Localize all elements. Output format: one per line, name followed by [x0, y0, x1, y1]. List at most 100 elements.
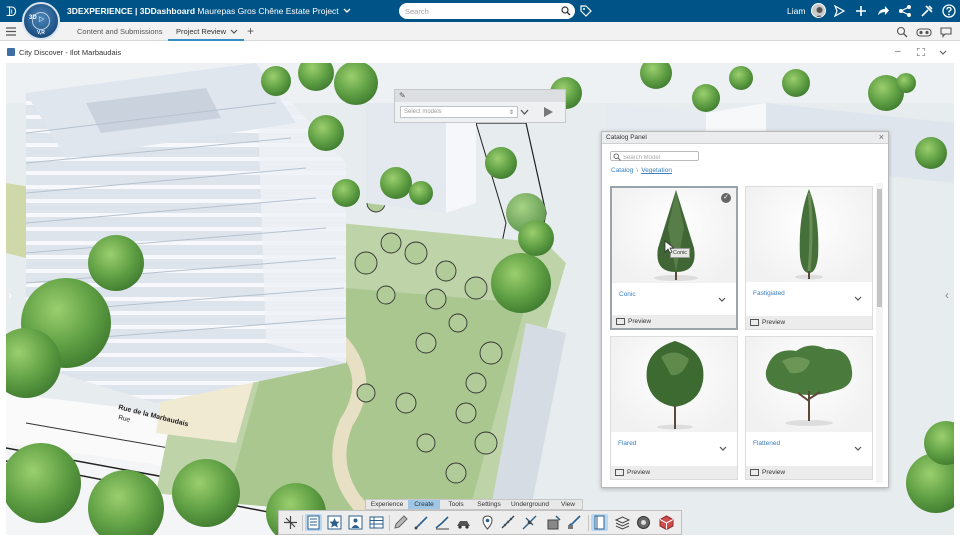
preview-bar[interactable]: Preview — [746, 316, 872, 329]
item-name[interactable]: Flared — [618, 440, 636, 447]
catalog-item-conic[interactable]: ✓ Conic Preview — [610, 186, 738, 330]
compass-vr-label[interactable]: V,R — [37, 30, 45, 36]
item-name[interactable]: Flattened — [753, 440, 780, 447]
catalog-list-icon[interactable] — [305, 514, 322, 531]
global-search[interactable] — [399, 3, 575, 19]
tools-icon[interactable] — [920, 4, 934, 18]
viewport-left-arrow-icon[interactable]: › — [8, 288, 12, 302]
share-forward-icon[interactable] — [876, 4, 890, 18]
minimize-icon[interactable]: – — [895, 46, 901, 57]
preview-label[interactable]: Preview — [628, 318, 651, 325]
chevron-down-icon[interactable] — [854, 446, 862, 452]
preview-label[interactable]: Preview — [627, 469, 650, 476]
maximize-icon[interactable] — [917, 48, 925, 56]
menu-icon[interactable] — [6, 27, 16, 36]
preview-icon — [615, 469, 624, 476]
search-icon — [613, 153, 621, 161]
vehicle-tool-icon[interactable] — [455, 514, 472, 531]
tab-tools[interactable]: Tools — [440, 500, 472, 509]
breadcrumb-vegetation[interactable]: Vegetation — [641, 167, 672, 174]
tab-experience[interactable]: Experience — [366, 500, 408, 509]
tab-create[interactable]: Create — [408, 500, 440, 509]
catalog-item-flared[interactable]: Flared Preview — [610, 336, 738, 480]
chevron-down-icon[interactable] — [343, 8, 351, 14]
add-tab-icon[interactable]: + — [247, 24, 254, 38]
chevron-down-icon[interactable] — [520, 109, 529, 116]
network-tool-icon[interactable] — [521, 514, 538, 531]
tab-content-submissions[interactable]: Content and Submissions — [77, 27, 162, 36]
catalog-grid: ✓ Conic Preview Fastigiated Preview Flar… — [610, 186, 875, 482]
compass-play-icon[interactable]: ▷ — [39, 15, 44, 23]
share-network-icon[interactable] — [898, 4, 912, 18]
layers-icon[interactable] — [614, 514, 631, 531]
catalog-item-flattened[interactable]: Flattened Preview — [745, 336, 873, 480]
model-select-input[interactable]: Select models ⇕ — [400, 106, 518, 118]
pencil-icon[interactable]: ✎ — [399, 91, 406, 100]
search-people-icon[interactable] — [896, 26, 908, 38]
flattened-tree-image[interactable] — [746, 337, 872, 432]
paint-brush-icon[interactable] — [566, 514, 583, 531]
compass-share-icon[interactable] — [832, 4, 846, 18]
flared-tree-image[interactable] — [611, 337, 737, 432]
close-icon[interactable]: × — [879, 132, 884, 142]
help-icon[interactable] — [942, 4, 956, 18]
catalog-panel-header[interactable]: Catalog Panel × — [602, 132, 888, 144]
tab-underground[interactable]: Underground — [506, 500, 554, 509]
polyline-tool-icon[interactable] — [434, 514, 451, 531]
preview-label[interactable]: Preview — [762, 319, 785, 326]
search-input[interactable] — [405, 6, 555, 16]
line-tool-icon[interactable] — [413, 514, 430, 531]
preview-bar[interactable]: Preview — [612, 315, 736, 328]
tab-settings[interactable]: Settings — [472, 500, 506, 509]
model-selector-header[interactable] — [395, 90, 565, 102]
stepper-icon[interactable]: ⇕ — [509, 109, 514, 116]
favorite-catalog-icon[interactable] — [326, 514, 343, 531]
draw-pencil-icon[interactable] — [392, 514, 409, 531]
chevron-down-icon[interactable] — [939, 50, 947, 56]
preview-label[interactable]: Preview — [762, 469, 785, 476]
table-icon[interactable] — [368, 514, 385, 531]
preview-bar[interactable]: Preview — [746, 466, 872, 479]
catalog-item-fastigiated[interactable]: Fastigiated Preview — [745, 186, 873, 330]
vr-glasses-icon[interactable] — [916, 26, 932, 38]
tag-icon[interactable] — [580, 5, 592, 17]
compass-3d-label[interactable]: 3D — [29, 15, 37, 21]
preview-bar[interactable]: Preview — [611, 466, 737, 479]
tab-view[interactable]: View — [554, 500, 582, 509]
search-icon[interactable] — [561, 6, 571, 16]
breadcrumb-catalog[interactable]: Catalog — [611, 167, 633, 174]
compass-widget[interactable]: 3D ▷ V,R — [22, 2, 60, 40]
person-catalog-icon[interactable] — [347, 514, 364, 531]
tab-project-review[interactable]: Project Review — [176, 27, 226, 36]
catalog-scrollbar[interactable] — [876, 183, 883, 483]
building-tool-icon[interactable] — [545, 514, 562, 531]
catalog-search-input[interactable] — [623, 155, 697, 161]
chevron-down-icon[interactable] — [719, 446, 727, 452]
selection-mode-icon[interactable] — [282, 514, 299, 531]
chevron-down-icon[interactable] — [854, 296, 862, 302]
comment-icon[interactable] — [940, 26, 952, 38]
project-label[interactable]: Maurepas Gros Chêne Estate Project — [197, 6, 338, 16]
catalog-panel-title: Catalog Panel — [606, 134, 647, 141]
avatar[interactable] — [811, 3, 826, 18]
item-name[interactable]: Fastigiated — [753, 290, 785, 297]
chevron-down-icon[interactable] — [230, 29, 238, 35]
model-selector-toolbar: ✎ Select models ⇕ — [394, 89, 566, 123]
viewport-right-arrow-icon[interactable]: ‹ — [945, 288, 949, 302]
model-select-placeholder: Select models — [404, 109, 442, 115]
fastigiated-tree-image[interactable] — [746, 187, 872, 282]
conic-tree-image[interactable] — [612, 188, 736, 283]
add-icon[interactable] — [854, 4, 868, 18]
item-name[interactable]: Conic — [619, 291, 636, 298]
document-panel-icon[interactable] — [591, 514, 608, 531]
scrollbar-thumb[interactable] — [877, 189, 882, 307]
selected-check-icon: ✓ — [721, 193, 731, 203]
chevron-down-icon[interactable] — [718, 297, 726, 303]
measure-tool-icon[interactable] — [500, 514, 517, 531]
app-cube-icon[interactable] — [658, 514, 675, 531]
play-icon[interactable] — [542, 106, 554, 118]
marker-tool-icon[interactable] — [479, 514, 496, 531]
user-name[interactable]: Liam — [787, 6, 805, 16]
catalog-search[interactable] — [610, 151, 699, 161]
render-settings-icon[interactable] — [635, 514, 652, 531]
